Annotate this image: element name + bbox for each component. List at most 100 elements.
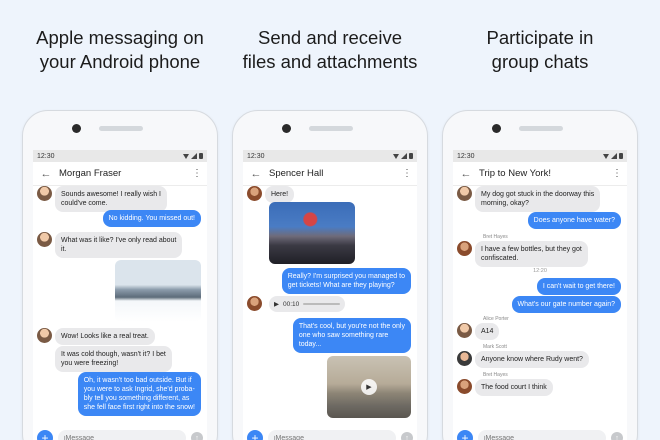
message-line: No kidding. You missed out! xyxy=(108,215,195,222)
phone-screen: 12:30 ← Trip to New York! ⋮ My dog got s… xyxy=(453,150,627,440)
status-time: 12:30 xyxy=(247,152,265,160)
message-list: My dog got stuck in the doorway this mor… xyxy=(453,186,627,426)
message-line: What's our gate number again? xyxy=(517,301,615,308)
message-line: I can't wait to get there! xyxy=(542,283,615,290)
sender-name: Mark Scott xyxy=(483,344,507,350)
message-bubble-incoming: It was cold though, wasn't it? I bet you… xyxy=(55,346,172,372)
back-arrow-icon[interactable]: ← xyxy=(457,168,475,180)
message-line: Oh, it wasn't too bad outside. But if xyxy=(83,377,192,384)
headline-line: Apple messaging on xyxy=(36,27,204,48)
message-line: morning, okay? xyxy=(481,200,529,207)
message-composer: + ↑ xyxy=(33,426,207,440)
camera-icon xyxy=(72,124,81,133)
message-line: Does anyone have water? xyxy=(533,217,615,224)
photo-attachment[interactable] xyxy=(269,202,355,264)
message-line: What was it like? I've only read about xyxy=(61,237,177,244)
avatar xyxy=(37,328,52,343)
phone-screen: 12:30 ← Morgan Fraser ⋮ Sounds awesome! … xyxy=(33,150,207,440)
app-bar: ← Morgan Fraser ⋮ xyxy=(33,162,207,186)
message-bubble-outgoing: No kidding. You missed out! xyxy=(102,210,201,227)
chat-title: Trip to New York! xyxy=(479,168,551,179)
message-line: Really? I'm surprised you managed to xyxy=(287,273,405,280)
speaker-grille xyxy=(99,126,143,131)
message-bubble-incoming: Here! xyxy=(265,186,295,203)
wifi-icon xyxy=(393,153,399,159)
message-bubble-outgoing: I can't wait to get there! xyxy=(536,278,621,295)
headline-line: group chats xyxy=(491,51,589,72)
message-line: Here! xyxy=(271,191,289,198)
overflow-menu-icon[interactable]: ⋮ xyxy=(401,168,413,179)
headline-group-chats: Participate in group chats xyxy=(435,26,645,74)
message-line: one who saw something rare xyxy=(298,332,389,339)
add-icon[interactable]: + xyxy=(37,430,53,440)
chat-title: Spencer Hall xyxy=(269,168,324,179)
audio-duration: 00:10 xyxy=(283,300,300,308)
message-input[interactable] xyxy=(274,434,390,440)
add-icon[interactable]: + xyxy=(457,430,473,440)
message-line: I have a few bottles, but they got xyxy=(481,246,582,253)
message-bubble-incoming: Wow! Looks like a real treat. xyxy=(55,328,155,345)
overflow-menu-icon[interactable]: ⋮ xyxy=(611,168,623,179)
message-line: Anyone know where Rudy went? xyxy=(481,356,583,363)
audio-message[interactable]: ▶ 00:10 xyxy=(269,296,345,312)
avatar xyxy=(457,186,472,201)
add-icon[interactable]: + xyxy=(247,430,263,440)
battery-icon xyxy=(619,153,623,159)
send-icon[interactable]: ↑ xyxy=(191,432,203,440)
status-bar: 12:30 xyxy=(33,150,207,162)
message-composer: + ↑ xyxy=(453,426,627,440)
headline-line: files and attachments xyxy=(242,51,418,72)
message-line: Sounds awesome! I really wish I xyxy=(61,191,161,198)
message-line: A14 xyxy=(481,328,494,335)
message-line: you were to ask Ingrid, she'd proba- xyxy=(83,386,195,393)
back-arrow-icon[interactable]: ← xyxy=(37,168,55,180)
headline-messaging: Apple messaging on your Android phone xyxy=(15,26,225,74)
avatar xyxy=(457,241,472,256)
message-input-wrap xyxy=(268,430,396,440)
status-time: 12:30 xyxy=(37,152,55,160)
avatar xyxy=(247,186,262,201)
app-bar: ← Trip to New York! ⋮ xyxy=(453,162,627,186)
message-line: My dog got stuck in the doorway this xyxy=(481,191,595,198)
headline-line: Send and receive xyxy=(258,27,402,48)
message-input[interactable] xyxy=(484,434,600,440)
signal-icon xyxy=(401,153,407,159)
photo-attachment[interactable] xyxy=(115,260,201,322)
avatar xyxy=(457,379,472,394)
message-composer: + ↑ xyxy=(243,426,417,440)
video-attachment[interactable]: ▶ xyxy=(327,356,411,418)
message-bubble-incoming: Anyone know where Rudy went? xyxy=(475,351,589,368)
chat-title: Morgan Fraser xyxy=(59,168,122,179)
play-icon[interactable]: ▶ xyxy=(361,379,377,395)
status-time: 12:30 xyxy=(457,152,475,160)
speaker-grille xyxy=(309,126,353,131)
sender-name: Alice Porter xyxy=(483,316,509,322)
battery-icon xyxy=(199,153,203,159)
play-icon[interactable]: ▶ xyxy=(274,300,279,308)
message-list: Sounds awesome! I really wish I could've… xyxy=(33,186,207,426)
audio-progress-track[interactable] xyxy=(303,303,340,305)
headline-attachments: Send and receive files and attachments xyxy=(225,26,435,74)
send-icon[interactable]: ↑ xyxy=(401,432,413,440)
speaker-grille xyxy=(519,126,563,131)
message-bubble-outgoing: That's cool, but you're not the only one… xyxy=(292,318,411,353)
wifi-icon xyxy=(603,153,609,159)
avatar xyxy=(457,351,472,366)
phone-screen: 12:30 ← Spencer Hall ⋮ Here! Really? I'm… xyxy=(243,150,417,440)
back-arrow-icon[interactable]: ← xyxy=(247,168,265,180)
message-line: it. xyxy=(61,246,67,253)
status-bar: 12:30 xyxy=(243,150,417,162)
message-bubble-incoming: Sounds awesome! I really wish I could've… xyxy=(55,186,167,212)
message-line: The food court I think xyxy=(481,384,547,391)
send-icon[interactable]: ↑ xyxy=(611,432,623,440)
wifi-icon xyxy=(183,153,189,159)
message-line: Wow! Looks like a real treat. xyxy=(61,333,149,340)
message-line: today... xyxy=(298,341,322,348)
timestamp: 12:20 xyxy=(533,268,547,274)
sender-name: Bret Hayes xyxy=(483,372,508,378)
overflow-menu-icon[interactable]: ⋮ xyxy=(191,168,203,179)
message-bubble-outgoing: Does anyone have water? xyxy=(527,212,621,229)
message-input[interactable] xyxy=(64,434,180,440)
message-list: Here! Really? I'm surprised you managed … xyxy=(243,186,417,426)
battery-icon xyxy=(409,153,413,159)
